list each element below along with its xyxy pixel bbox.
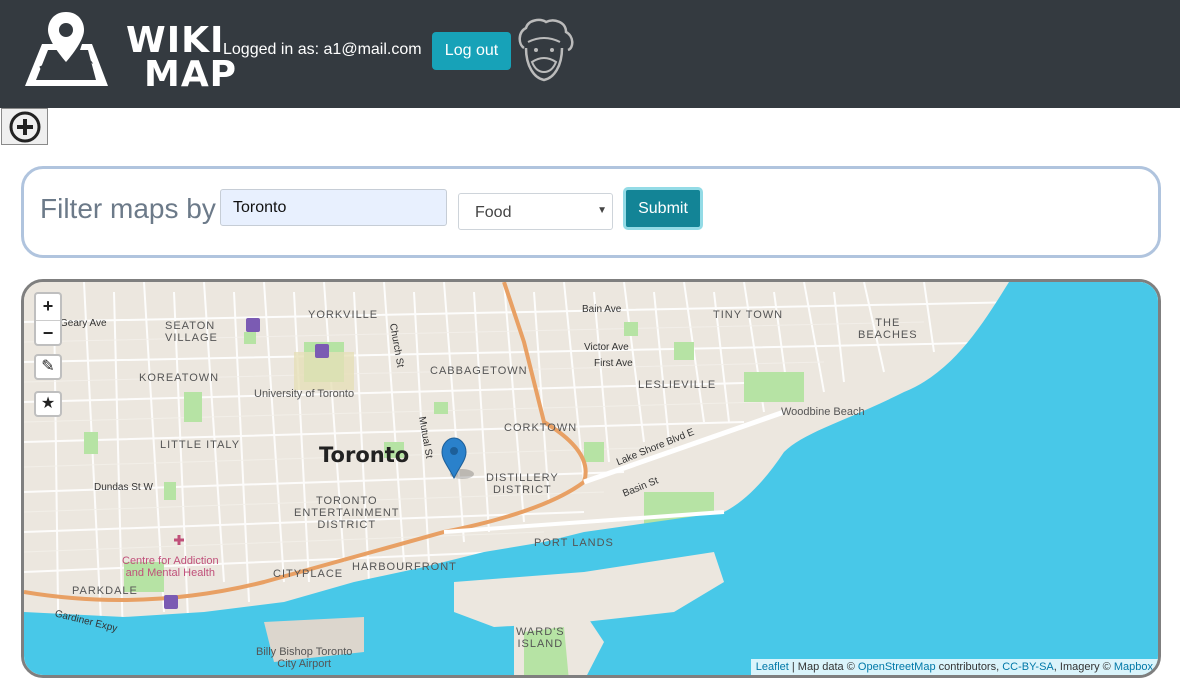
street-victor-ave: Victor Ave: [584, 342, 629, 353]
street-bain-ave: Bain Ave: [582, 304, 622, 315]
map-label-cabbagetown: CABBAGETOWN: [430, 365, 528, 377]
street-dundas: Dundas St W: [94, 482, 153, 493]
category-selected-value: Food: [475, 204, 512, 221]
user-avatar[interactable]: [512, 18, 576, 84]
category-select[interactable]: Food ▼: [458, 193, 613, 230]
submit-button[interactable]: Submit: [623, 187, 703, 230]
logout-button[interactable]: Log out: [432, 32, 511, 70]
street-first-ave: First Ave: [594, 358, 633, 369]
map-place-airport: Billy Bishop Toronto City Airport: [256, 646, 353, 670]
logo-text: WIKI MAP: [126, 20, 238, 95]
filter-label: Filter maps by: [40, 193, 216, 224]
attribution-contributors: contributors,: [938, 661, 1000, 673]
map-place-camh: Centre for Addiction and Mental Health: [122, 555, 219, 579]
favorite-button[interactable]: ★: [34, 391, 62, 417]
add-map-button[interactable]: [1, 108, 48, 145]
wikimap-logo[interactable]: WIKI MAP: [22, 10, 236, 93]
map-label-yorkville: YORKVILLE: [308, 309, 379, 321]
map-label-leslieville: LESLIEVILLE: [638, 379, 717, 391]
star-icon: ★: [40, 395, 56, 412]
map-label-entertainment-district: TORONTO ENTERTAINMENT DISTRICT: [294, 495, 400, 531]
edit-marker-button[interactable]: ✎: [34, 354, 62, 380]
location-input[interactable]: [220, 189, 447, 226]
map-city-label: Toronto: [319, 443, 410, 467]
map-attribution: Leaflet | Map data © OpenStreetMap contr…: [750, 659, 1158, 675]
map-label-parkdale: PARKDALE: [72, 585, 138, 597]
filter-form: Filter maps by Food ▼ Submit: [21, 166, 1161, 258]
map-label-distillery-district: DISTILLERY DISTRICT: [486, 472, 559, 496]
map-label-seaton-village: SEATON VILLAGE: [165, 320, 218, 344]
map-label-corktown: CORKTOWN: [504, 422, 578, 434]
mapbox-link[interactable]: Mapbox: [1114, 661, 1153, 673]
osm-link[interactable]: OpenStreetMap: [858, 661, 936, 673]
map-label-harbourfront: HARBOURFRONT: [352, 561, 457, 573]
zoom-control: + −: [34, 292, 62, 346]
map-label-little-italy: LITTLE ITALY: [160, 439, 241, 451]
avatar-face-icon: [518, 18, 574, 82]
attribution-map-data: | Map data ©: [791, 661, 855, 673]
map-label-koreatown: KOREATOWN: [139, 372, 220, 384]
map-label-wards-island: WARD'S ISLAND: [516, 626, 565, 650]
license-link[interactable]: CC-BY-SA: [1002, 661, 1054, 673]
leaflet-link[interactable]: Leaflet: [756, 661, 789, 673]
logo-line-1: WIKI: [126, 20, 225, 61]
map-label-tiny-town: TINY TOWN: [713, 309, 784, 321]
zoom-in-button[interactable]: +: [36, 294, 60, 321]
map-place-university: University of Toronto: [254, 388, 355, 400]
edit-icon: ✎: [41, 358, 55, 375]
map-container[interactable]: SEATON VILLAGE YORKVILLE KOREATOWN CABBAG…: [21, 279, 1161, 678]
map-label-cityplace: CITYPLACE: [273, 568, 344, 580]
map-label-the-beaches: THE BEACHES: [858, 317, 918, 341]
street-geary-ave: Geary Ave: [60, 318, 107, 329]
map-place-woodbine-beach: Woodbine Beach: [781, 406, 865, 418]
zoom-out-button[interactable]: −: [36, 321, 60, 347]
plus-circle-icon: [9, 111, 41, 143]
top-navbar: WIKI MAP Logged in as: a1@mail.com Log o…: [0, 0, 1180, 108]
map-label-port-lands: PORT LANDS: [534, 537, 614, 549]
logged-in-text: Logged in as: a1@mail.com: [223, 41, 422, 58]
logo-line-2: MAP: [144, 54, 238, 95]
chevron-down-icon: ▼: [597, 205, 607, 216]
attribution-imagery: , Imagery ©: [1053, 661, 1111, 673]
